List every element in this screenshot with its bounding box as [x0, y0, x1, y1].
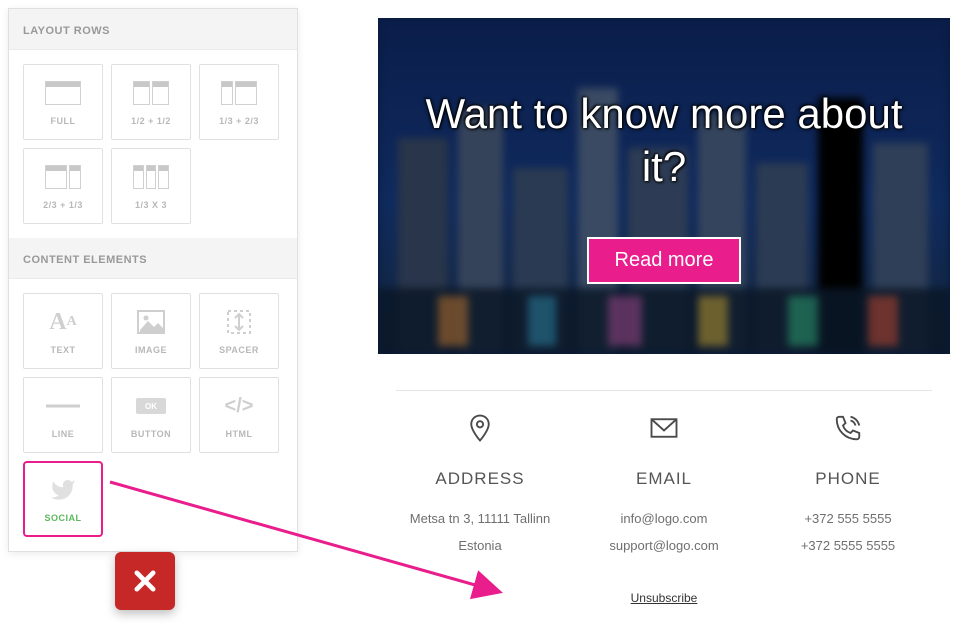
content-elements-grid: AA TEXT IMAGE SPACER LINE OK BUTTON [9, 279, 297, 551]
contact-line: info@logo.com [621, 509, 708, 530]
tile-label: 2/3 + 1/3 [43, 200, 83, 210]
contact-line: +372 5555 5555 [801, 536, 895, 557]
hero-title: Want to know more about it? [378, 88, 950, 193]
tile-label: 1/3 X 3 [135, 200, 167, 210]
line-icon [43, 391, 83, 421]
content-tile-image[interactable]: IMAGE [111, 293, 191, 369]
content-elements-header: CONTENT ELEMENTS [9, 238, 297, 279]
layout-2-1-icon [43, 162, 83, 192]
contact-line: +372 555 5555 [804, 509, 891, 530]
tile-label: FULL [51, 116, 76, 126]
phone-icon [833, 409, 863, 447]
contact-address: ADDRESS Metsa tn 3, 11111 Tallinn Estoni… [388, 409, 572, 557]
contact-heading: EMAIL [636, 469, 692, 489]
contact-email: EMAIL info@logo.com support@logo.com [572, 409, 756, 557]
tile-label: BUTTON [131, 429, 171, 439]
email-preview: Want to know more about it? Read more AD… [378, 18, 950, 607]
contact-line: Metsa tn 3, 11111 Tallinn [410, 509, 550, 530]
unsubscribe-wrap: Unsubscribe [378, 589, 950, 607]
tile-label: LINE [52, 429, 75, 439]
contact-phone: PHONE +372 555 5555 +372 5555 5555 [756, 409, 940, 557]
layout-thirds-icon [131, 162, 171, 192]
envelope-icon [649, 409, 679, 447]
close-button[interactable] [115, 552, 175, 610]
content-tile-text[interactable]: AA TEXT [23, 293, 103, 369]
contact-heading: PHONE [815, 469, 880, 489]
layout-tile-third-twothird[interactable]: 1/3 + 2/3 [199, 64, 279, 140]
layout-tile-full[interactable]: FULL [23, 64, 103, 140]
layout-half-icon [131, 78, 171, 108]
content-tile-line[interactable]: LINE [23, 377, 103, 453]
content-tile-html[interactable]: </> HTML [199, 377, 279, 453]
contact-row: ADDRESS Metsa tn 3, 11111 Tallinn Estoni… [378, 409, 950, 557]
layout-full-icon [43, 78, 83, 108]
layout-rows-header: LAYOUT ROWS [9, 9, 297, 50]
builder-sidebar: LAYOUT ROWS FULL 1/2 + 1/2 [8, 8, 298, 552]
tile-label: 1/2 + 1/2 [131, 116, 171, 126]
contact-heading: ADDRESS [435, 469, 524, 489]
footer-separator [396, 390, 932, 391]
layout-1-2-icon [219, 78, 259, 108]
tile-label: 1/3 + 2/3 [219, 116, 259, 126]
content-tile-button[interactable]: OK BUTTON [111, 377, 191, 453]
tile-label: SOCIAL [44, 513, 81, 523]
html-icon: </> [219, 391, 259, 421]
button-icon: OK [131, 391, 171, 421]
content-tile-social[interactable]: SOCIAL [23, 461, 103, 537]
content-tile-spacer[interactable]: SPACER [199, 293, 279, 369]
layout-rows-grid: FULL 1/2 + 1/2 1/3 + 2/3 [9, 50, 297, 238]
tile-label: HTML [226, 429, 253, 439]
contact-line: Estonia [458, 536, 501, 557]
twitter-icon [43, 475, 83, 505]
layout-tile-twothird-third[interactable]: 2/3 + 1/3 [23, 148, 103, 224]
pin-icon [465, 409, 495, 447]
tile-label: TEXT [50, 345, 75, 355]
layout-tile-half-half[interactable]: 1/2 + 1/2 [111, 64, 191, 140]
image-icon [131, 307, 171, 337]
layout-tile-thirds[interactable]: 1/3 X 3 [111, 148, 191, 224]
spacer-icon [219, 307, 259, 337]
tile-label: IMAGE [135, 345, 167, 355]
close-icon [131, 567, 159, 595]
hero-section: Want to know more about it? Read more [378, 18, 950, 354]
tile-label: SPACER [219, 345, 259, 355]
unsubscribe-link[interactable]: Unsubscribe [631, 591, 698, 605]
read-more-button[interactable]: Read more [587, 237, 742, 284]
contact-line: support@logo.com [609, 536, 718, 557]
text-icon: AA [43, 307, 83, 337]
